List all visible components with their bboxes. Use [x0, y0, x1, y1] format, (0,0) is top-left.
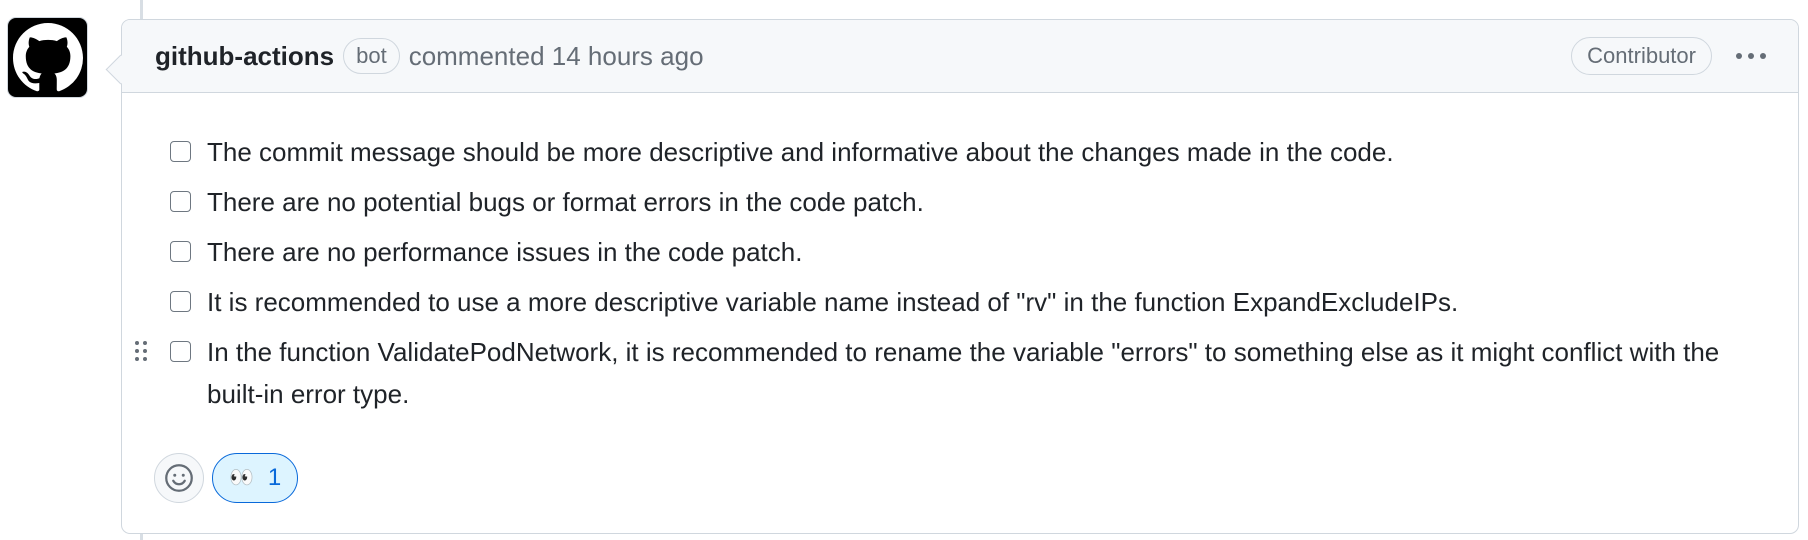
more-options-icon[interactable]: [1736, 53, 1766, 59]
comment-box: github-actions bot commented 14 hours ag…: [105, 19, 1799, 534]
task-checkbox[interactable]: [170, 241, 191, 262]
contributor-badge[interactable]: Contributor: [1571, 37, 1712, 75]
task-item: There are no performance issues in the c…: [170, 231, 1766, 273]
eyes-icon: 👀: [229, 467, 254, 489]
smiley-icon: [165, 464, 193, 492]
reaction-count: 1: [267, 464, 282, 491]
task-item: It is recommended to use a more descript…: [170, 281, 1766, 323]
task-item: There are no potential bugs or format er…: [170, 181, 1766, 223]
task-text: It is recommended to use a more descript…: [207, 287, 1459, 317]
task-text: There are no performance issues in the c…: [207, 237, 803, 267]
task-checkbox[interactable]: [170, 291, 191, 312]
author-link[interactable]: github-actions: [155, 41, 334, 72]
github-mark-icon: [12, 22, 83, 91]
comment-body: The commit message should be more descri…: [122, 93, 1798, 415]
task-text: There are no potential bugs or format er…: [207, 187, 924, 217]
task-text: The commit message should be more descri…: [207, 137, 1394, 167]
drag-handle-icon[interactable]: [135, 341, 147, 361]
reactions-bar: 👀 1: [154, 453, 299, 503]
task-checkbox[interactable]: [170, 141, 191, 162]
reaction-eyes-button[interactable]: 👀 1: [212, 453, 299, 503]
comment-timestamp[interactable]: commented 14 hours ago: [409, 41, 704, 72]
task-item: The commit message should be more descri…: [170, 131, 1766, 173]
task-checkbox[interactable]: [170, 341, 191, 362]
avatar[interactable]: [7, 17, 88, 98]
add-reaction-button[interactable]: [154, 453, 204, 503]
comment-header: github-actions bot commented 14 hours ag…: [122, 20, 1798, 93]
task-item: In the function ValidatePodNetwork, it i…: [135, 331, 1766, 415]
task-checkbox[interactable]: [170, 191, 191, 212]
bot-badge: bot: [343, 38, 400, 74]
task-text: In the function ValidatePodNetwork, it i…: [207, 337, 1720, 409]
